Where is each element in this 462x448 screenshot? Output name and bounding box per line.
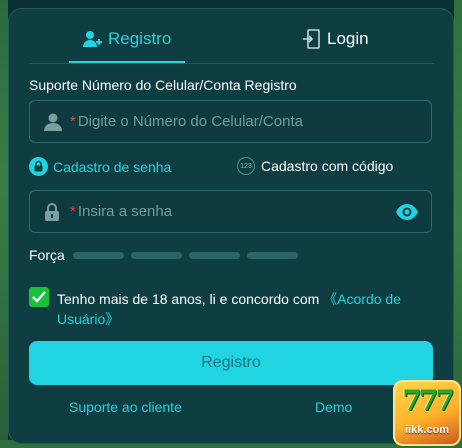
terms-text: Tenho mais de 18 anos, li e concordo com… bbox=[57, 289, 429, 329]
auth-tabs: Registro Login bbox=[9, 9, 453, 63]
account-input[interactable]: * Digite o Número do Celular/Conta bbox=[29, 100, 432, 143]
register-mode-options: Cadastro de senha 123 Cadastro com códig… bbox=[29, 157, 439, 177]
lock-circle-icon bbox=[29, 157, 48, 176]
password-mode-option[interactable]: Cadastro de senha bbox=[29, 157, 171, 176]
add-user-icon bbox=[83, 31, 102, 47]
strength-bar-1 bbox=[72, 251, 124, 259]
terms-checkbox[interactable] bbox=[29, 287, 49, 307]
strength-bar-4 bbox=[246, 251, 298, 259]
terms-statement: Tenho mais de 18 anos, li e concordo com bbox=[57, 291, 324, 307]
strength-bar-3 bbox=[188, 251, 240, 259]
tab-register-label: Registro bbox=[108, 29, 172, 48]
required-marker: * bbox=[70, 113, 76, 130]
background-edge-left bbox=[0, 0, 8, 448]
user-icon bbox=[44, 113, 62, 131]
code-badge-icon: 123 bbox=[237, 157, 255, 175]
tab-login[interactable]: Login bbox=[303, 25, 369, 53]
code-mode-label: Cadastro com código bbox=[261, 158, 394, 174]
tab-login-label: Login bbox=[327, 29, 369, 48]
account-placeholder: * Digite o Número do Celular/Conta bbox=[70, 113, 303, 130]
strength-bar-2 bbox=[130, 251, 182, 259]
password-placeholder-text: Insira a senha bbox=[77, 203, 173, 220]
lock-icon bbox=[45, 203, 59, 221]
demo-link[interactable]: Demo bbox=[315, 399, 352, 415]
logo-sevens: 777 bbox=[402, 384, 454, 417]
code-mode-option[interactable]: 123 Cadastro com código bbox=[237, 157, 393, 175]
eye-icon[interactable] bbox=[395, 203, 419, 221]
checkmark-icon bbox=[32, 291, 46, 303]
password-mode-label: Cadastro de senha bbox=[53, 158, 172, 175]
required-marker: * bbox=[70, 203, 76, 220]
tab-register[interactable]: Registro bbox=[82, 25, 171, 53]
site-logo: 777 iikk.com bbox=[393, 380, 461, 446]
tabs-divider bbox=[29, 63, 434, 64]
customer-support-link[interactable]: Suporte ao cliente bbox=[69, 399, 182, 415]
strength-label: Força bbox=[29, 247, 65, 263]
password-input[interactable]: * Insira a senha bbox=[29, 190, 432, 233]
password-placeholder: * Insira a senha bbox=[70, 203, 172, 220]
account-placeholder-text: Digite o Número do Celular/Conta bbox=[77, 113, 303, 130]
logo-site-name: iikk.com bbox=[404, 424, 450, 436]
register-modal: Registro Login Suporte Número do Celular… bbox=[8, 8, 454, 444]
password-strength: Força bbox=[29, 247, 305, 263]
account-field-label: Suporte Número do Celular/Conta Registro bbox=[29, 77, 297, 93]
login-door-icon bbox=[303, 29, 320, 49]
register-submit-button[interactable]: Registro bbox=[29, 341, 433, 385]
